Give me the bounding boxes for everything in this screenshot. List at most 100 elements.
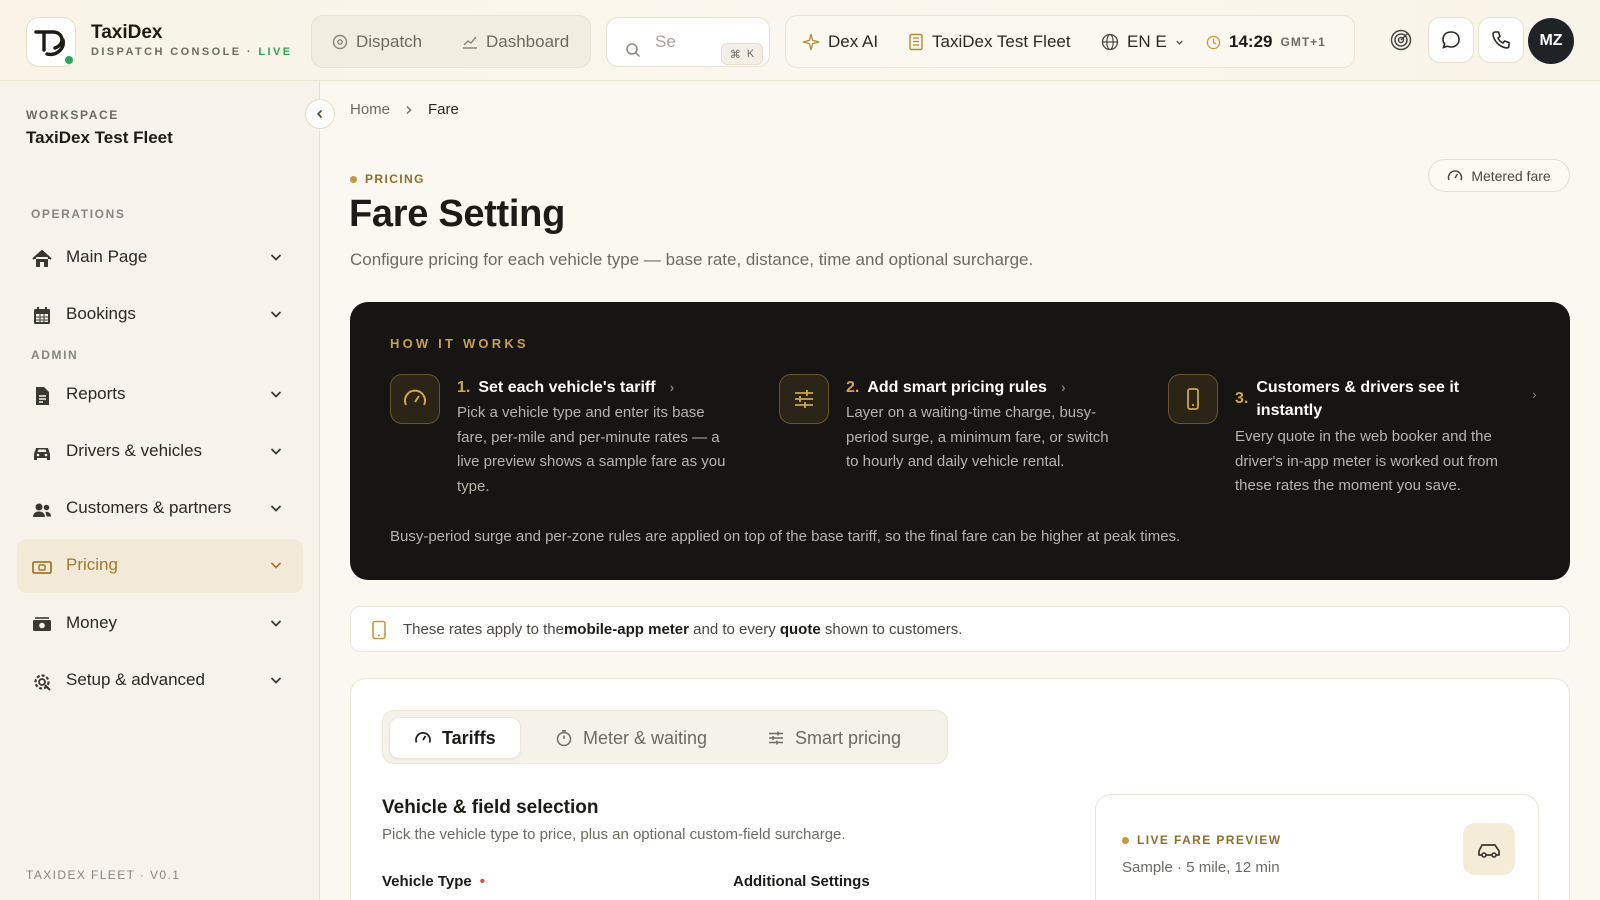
chevron-left-icon	[316, 109, 323, 119]
nav-dashboard[interactable]: Dashboard	[462, 32, 569, 52]
sliders-icon	[769, 731, 783, 745]
chevron-down-icon	[270, 254, 282, 261]
car-icon	[34, 448, 50, 460]
step-2-body: Layer on a waiting-time charge, busy-per…	[846, 404, 1109, 470]
search-box[interactable]: ⌘K	[606, 17, 770, 67]
sidebar-item-label: Setup & advanced	[66, 670, 205, 689]
sidebar-item-label: Reports	[66, 384, 126, 403]
live-fare-preview-card: LIVE FARE PREVIEW Sample · 5 mile, 12 mi…	[1095, 794, 1539, 900]
workspace-label: WORKSPACE	[26, 108, 119, 122]
sidebar-item-main-page[interactable]: Main Page	[17, 231, 303, 285]
radar-target-button[interactable]	[1378, 17, 1424, 63]
required-marker: •	[479, 873, 486, 890]
user-avatar[interactable]: MZ	[1528, 18, 1574, 64]
chevron-right-icon: ›	[1532, 386, 1537, 402]
logo-mark-icon	[34, 30, 65, 57]
fleet-selector[interactable]: TaxiDex Test Fleet	[908, 32, 1071, 52]
sidebar-item-label: Money	[66, 613, 118, 632]
live-badge: LIVE	[258, 46, 293, 58]
mobile-phone-icon	[372, 620, 386, 640]
clock-time: 14:29	[1229, 32, 1273, 51]
brand-subtitle: DISPATCH CONSOLE · LIVE	[91, 46, 293, 58]
metered-fare-pill[interactable]: Metered fare	[1428, 159, 1570, 192]
nav-dashboard-label: Dashboard	[486, 32, 570, 51]
how-it-works-footnote: Busy-period surge and per-zone rules are…	[390, 528, 1181, 545]
users-icon	[33, 503, 51, 517]
language-selector[interactable]: EN E	[1101, 32, 1184, 52]
vehicle-section-description: Pick the vehicle type to price, plus an …	[382, 826, 846, 843]
sidebar-item-label: Pricing	[66, 555, 118, 574]
preview-sample-text: Sample · 5 mile, 12 min	[1122, 859, 1280, 876]
building-icon	[909, 33, 923, 51]
step-1-body: Pick a vehicle type and enter its base f…	[457, 404, 726, 495]
breadcrumb-home[interactable]: Home	[350, 101, 390, 118]
how-it-works-card: HOW IT WORKS 1. Set each vehicle's tarif…	[350, 302, 1570, 580]
quote-text: quote	[779, 620, 821, 638]
globe-icon	[1101, 33, 1119, 51]
sidebar-item-drivers-vehicles[interactable]: Drivers & vehicles	[17, 425, 303, 479]
chevron-right-icon: ›	[1060, 379, 1066, 395]
how-it-works-title: HOW IT WORKS	[390, 336, 529, 351]
chevron-right-icon: ›	[669, 379, 675, 395]
operations-section-label: OPERATIONS	[31, 207, 126, 221]
step-1-title[interactable]: 1. Set each vehicle's tariff ›	[457, 376, 674, 399]
chevron-down-icon	[270, 562, 282, 569]
money-tag-icon	[32, 561, 52, 574]
live-fare-preview-label: LIVE FARE PREVIEW	[1122, 833, 1282, 847]
chevron-down-icon	[270, 620, 282, 627]
cash-icon	[33, 617, 51, 631]
step-3-body: Every quote in the web booker and the dr…	[1235, 428, 1498, 494]
chat-bubble-icon	[1442, 31, 1460, 49]
preview-dot	[1122, 836, 1129, 844]
rates-info-banner: These rates apply to the mobile-app mete…	[350, 606, 1570, 652]
sidebar-item-pricing[interactable]: Pricing	[17, 539, 303, 593]
sidebar-collapse-button[interactable]	[305, 99, 335, 129]
chevron-right-icon	[406, 105, 412, 114]
stopwatch-icon	[556, 730, 572, 747]
status-group: Dex AI TaxiDex Test Fleet EN E 14:29 GMT…	[785, 15, 1355, 68]
dex-ai-button[interactable]: Dex AI	[802, 32, 878, 52]
calendar-icon	[34, 307, 50, 324]
logo-status-dot	[65, 56, 73, 64]
sidebar-item-money[interactable]: Money	[17, 597, 303, 651]
gauge-icon	[415, 732, 431, 743]
mobile-app-meter-text: mobile-app meter	[563, 620, 689, 638]
mobile-phone-icon	[1168, 374, 1218, 424]
sidebar-item-label: Drivers & vehicles	[66, 441, 203, 460]
breadcrumb-current: Fare	[428, 101, 459, 118]
clock-icon	[1206, 35, 1221, 49]
fleet-name: TaxiDex Test Fleet	[932, 32, 1071, 51]
admin-section-label: ADMIN	[31, 348, 79, 362]
brand-title: TaxiDex	[91, 22, 163, 43]
sliders-icon	[779, 374, 829, 424]
chevron-down-icon	[270, 448, 282, 455]
tab-meter-waiting[interactable]: Meter & waiting	[531, 717, 731, 759]
workspace-name[interactable]: TaxiDex Test Fleet	[26, 128, 173, 148]
chat-button[interactable]	[1428, 17, 1474, 63]
gauge-icon	[390, 374, 440, 424]
sidebar-item-label: Bookings	[66, 304, 136, 323]
gauge-icon	[1448, 169, 1463, 180]
home-icon	[32, 249, 52, 267]
call-button[interactable]	[1478, 17, 1524, 63]
sidebar-item-label: Customers & partners	[66, 498, 232, 517]
dex-ai-label: Dex AI	[828, 32, 879, 51]
step-3-title[interactable]: 3. Customers & drivers see it instantly	[1235, 376, 1505, 422]
clock-timezone: GMT+1	[1280, 35, 1326, 49]
chevron-down-icon	[270, 677, 282, 684]
taxidex-logo[interactable]	[26, 17, 76, 67]
tab-tariffs[interactable]: Tariffs	[389, 717, 521, 759]
sidebar-item-bookings[interactable]: Bookings	[17, 288, 303, 342]
phone-icon	[1492, 31, 1510, 49]
document-icon	[36, 387, 49, 405]
sidebar: WORKSPACE TaxiDex Test Fleet OPERATIONS …	[0, 81, 320, 900]
sidebar-item-customers-partners[interactable]: Customers & partners	[17, 482, 303, 536]
sidebar-item-setup-advanced[interactable]: Setup & advanced	[17, 654, 303, 708]
step-2-title[interactable]: 2. Add smart pricing rules ›	[846, 376, 1066, 399]
nav-dispatch[interactable]: Dispatch	[332, 32, 422, 52]
top-header: TaxiDex DISPATCH CONSOLE · LIVE Dispatch…	[0, 0, 1600, 81]
search-input[interactable]	[655, 32, 715, 52]
sidebar-item-reports[interactable]: Reports	[17, 368, 303, 422]
page-description: Configure pricing for each vehicle type …	[350, 250, 1034, 269]
tab-smart-pricing[interactable]: Smart pricing	[743, 717, 925, 759]
